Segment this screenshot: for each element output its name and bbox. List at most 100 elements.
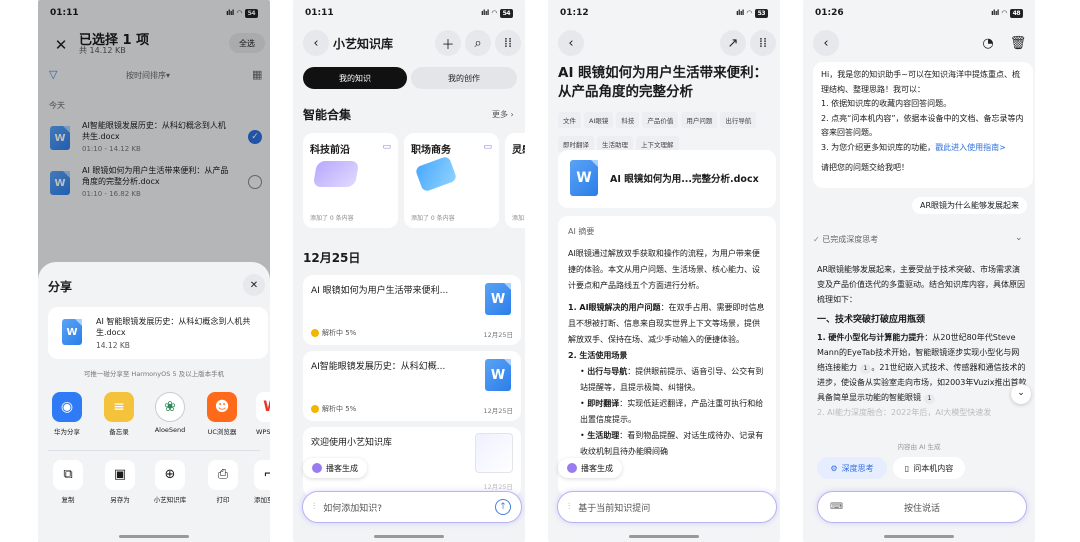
chevron-down-icon[interactable]: ⌄: [1015, 233, 1023, 243]
app-wps[interactable]: W WPS移: [256, 392, 270, 436]
bullet-head: 出行与导航: [587, 367, 628, 376]
signal-icon: ılıl: [991, 9, 999, 17]
uc-browser-icon: ☻: [207, 392, 237, 422]
podcast-button[interactable]: 播客生成: [558, 458, 622, 478]
copy-icon: ⧉: [53, 460, 83, 490]
action-label: 打印: [216, 496, 230, 504]
guide-link[interactable]: 戳此进入使用指南>: [935, 143, 1006, 152]
hold-to-talk-button[interactable]: ⌨ 按住说话: [817, 491, 1027, 523]
app-uc-browser[interactable]: ☻ UC浏览器: [206, 392, 238, 436]
add-knowledge-input[interactable]: ⫶ 如何添加知识? ↑: [302, 491, 522, 523]
voice-wave-icon: ⫶: [313, 502, 316, 512]
answer-section-heading: 一、技术突破打破应用瓶颈: [817, 315, 926, 325]
voice-wave-icon: ⫶: [568, 502, 571, 512]
collection-card[interactable]: 灵感 添加了 0 条内容: [505, 133, 525, 228]
app-memo[interactable]: ≡ 备忘录: [103, 392, 135, 436]
search-button[interactable]: ⌕: [465, 30, 491, 56]
send-icon[interactable]: ↑: [495, 499, 511, 515]
doc-card[interactable]: AI 眼镜如何为用户生活带来便利... W 解析中 5% 12月25日: [303, 275, 521, 345]
deep-thinking-status[interactable]: ✓ 已完成深度思考: [813, 234, 878, 245]
action-save-as[interactable]: ▣ 另存为: [103, 460, 137, 504]
home-indicator: [119, 535, 189, 538]
doc-date: 12月25日: [483, 331, 513, 339]
greeting-text: Hi，我是您的知识助手~可以在知识海洋中提炼重点、梳理结构、整理思路！我可以：: [821, 70, 1020, 94]
phone-screen-share: 01:11 ılıl ◠ 54 ✕ 已选择 1 项 共 14.12 KB 全选 ▽ …: [38, 0, 270, 542]
share-button[interactable]: ↗: [720, 30, 746, 56]
collection-card[interactable]: 科技前沿 ▭ 添加了 0 条内容: [303, 133, 398, 228]
action-copy[interactable]: ⧉ 复制: [51, 460, 85, 504]
share-icon: ↗: [720, 30, 746, 56]
close-share-icon[interactable]: ✕: [243, 274, 265, 296]
podcast-button[interactable]: 播客生成: [303, 458, 367, 478]
answer-intro: AR眼镜能够发展起来，主要受益于技术突破、市场需求演变及产品价值迭代的多重驱动。…: [817, 265, 1025, 304]
action-print[interactable]: ⎙ 打印: [206, 460, 240, 504]
deep-thinking-toggle[interactable]: ⚙ 深度思考: [817, 457, 887, 479]
print-icon: ⎙: [208, 460, 238, 490]
action-label: 另存为: [110, 496, 130, 504]
share-title: 分享: [48, 280, 73, 294]
doc-title: AI智能眼镜发展历史：从科幻概...: [311, 362, 446, 372]
tag[interactable]: 产品价值: [642, 112, 679, 128]
action-knowledge-base[interactable]: ⊕ 小艺知识库: [150, 460, 190, 504]
back-icon: ‹: [558, 30, 584, 56]
document-title: AI 眼镜如何为用户生活带来便利：从产品角度的完整分析: [558, 65, 768, 100]
back-button[interactable]: ‹: [558, 30, 584, 56]
delete-button[interactable]: 🗑: [1005, 30, 1031, 56]
doc-date: 12月25日: [483, 407, 513, 415]
status-time: 01:26: [815, 8, 844, 18]
more-button[interactable]: ⁞⁞: [495, 30, 521, 56]
tab-my-creation[interactable]: 我的创作: [411, 67, 517, 89]
collection-title: 职场商务: [411, 145, 451, 156]
battery-icon: 54: [499, 8, 513, 18]
more-link[interactable]: 更多 ›: [492, 109, 514, 120]
back-button[interactable]: ‹: [303, 30, 329, 56]
file-card[interactable]: W AI 眼镜如何为用...完整分析.docx: [558, 150, 776, 208]
huawei-share-icon: ◉: [52, 392, 82, 422]
tag[interactable]: 出行导航: [720, 112, 757, 128]
collection-illustration: [414, 155, 458, 193]
check-icon: ✓: [813, 235, 823, 244]
status-icons: ılıl ◠ 54: [481, 8, 513, 18]
folder-icon: ▭: [382, 142, 391, 152]
back-button[interactable]: ‹: [813, 30, 839, 56]
ask-local-toggle[interactable]: ▯ 问本机内容: [893, 457, 965, 479]
podcast-icon: [567, 463, 577, 473]
tag[interactable]: 文件: [558, 112, 581, 128]
citation-badge[interactable]: 1: [859, 364, 872, 374]
keyboard-icon[interactable]: ⌨: [830, 502, 843, 512]
battery-icon: 53: [754, 8, 768, 18]
citation-badge[interactable]: 1: [923, 394, 936, 404]
share-file-card: W AI 智能眼镜发展历史：从科幻概念到人机共生.docx 14.12 KB: [48, 307, 268, 359]
add-button[interactable]: ＋: [435, 30, 461, 56]
app-label: 备忘录: [109, 428, 129, 436]
tag[interactable]: 科技: [616, 112, 640, 128]
ask-local-label: 问本机内容: [913, 463, 954, 473]
action-label: 添加至书: [254, 496, 270, 504]
grid-dots-icon: ⁞⁞: [750, 30, 776, 56]
tab-my-knowledge[interactable]: 我的知识: [303, 67, 407, 89]
ask-knowledge-input[interactable]: ⫶ 基于当前知识提问: [557, 491, 777, 523]
back-icon: ‹: [303, 30, 329, 56]
doc-card[interactable]: AI智能眼镜发展历史：从科幻概... W 解析中 5% 12月25日: [303, 351, 521, 421]
hold-to-talk-label: 按住说话: [903, 503, 940, 514]
more-button[interactable]: ⁞⁞: [750, 30, 776, 56]
tag[interactable]: 用户问题: [681, 112, 718, 128]
search-icon: ⌕: [465, 30, 491, 56]
parsing-icon: [311, 405, 319, 413]
tag[interactable]: AI眼镜: [584, 112, 614, 128]
collection-card[interactable]: 职场商务 ▭ 添加了 0 条内容: [404, 133, 499, 228]
bullet-head: 生活助理: [587, 431, 620, 440]
action-add-to[interactable]: ⌐ 添加至书: [254, 460, 270, 504]
tag-list: 文件 AI眼镜 科技 产品价值 用户问题 出行导航即时翻译 生活助理 上下文理解: [558, 108, 772, 156]
status-time: 01:11: [305, 8, 334, 18]
divider: [48, 450, 260, 451]
share-file-name: AI 智能眼镜发展历史：从科幻概念到人机共生.docx: [96, 317, 251, 337]
word-file-icon: W: [485, 283, 511, 315]
scroll-down-icon[interactable]: ⌄: [1011, 384, 1031, 404]
new-chat-button[interactable]: ◔: [975, 30, 1001, 56]
podcast-label: 播客生成: [326, 463, 358, 473]
collection-count: 添加了 0 条内容: [310, 215, 354, 222]
app-huawei-share[interactable]: ◉ 华为分享: [51, 392, 83, 436]
app-aloesend[interactable]: ❀ AloeSend: [154, 392, 186, 434]
word-file-icon: W: [62, 319, 82, 345]
